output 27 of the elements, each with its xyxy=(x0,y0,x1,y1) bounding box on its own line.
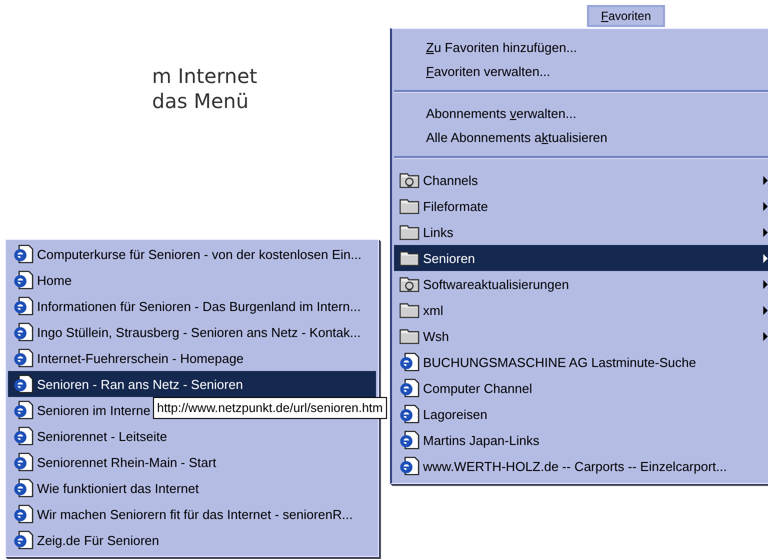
menu-item-label: Martins Japan-Links xyxy=(423,432,540,448)
menu-item-label: Links xyxy=(423,224,454,240)
menu-item-label: Channels xyxy=(423,172,478,188)
menu-item-label: Senioren - Ran ans Netz - Senioren xyxy=(37,376,243,392)
menu-item-label: Wie funktioniert das Internet xyxy=(37,480,199,496)
menu-item-label: BUCHUNGSMASCHINE AG Lastminute-Suche xyxy=(423,354,696,370)
menu-item-label: Seniorennet - Leitseite xyxy=(37,428,168,444)
menu-item-label: Informationen für Senioren - Das Burgenland im Intern... xyxy=(37,298,361,314)
menu-item-label: Seniorennet Rhein-Main - Start xyxy=(37,454,216,470)
menu-item-label: Fileformate xyxy=(423,198,488,214)
body-text: m Internet xyxy=(152,64,258,89)
menu-item-label: Senioren im Interne xyxy=(37,402,150,418)
menu-item-label: Lagoreisen xyxy=(423,406,488,422)
menu-item-label: Zeig.de Für Senioren xyxy=(37,532,160,548)
menu-item-label: Computerkurse für Senioren - von der kostenlosen Ein... xyxy=(37,246,362,262)
menu-item-label: xml xyxy=(423,302,444,318)
menu-item-label: Ingo Stüllein, Strausberg - Senioren ans Netz - Kontak... xyxy=(37,324,361,340)
menu-item-label: Senioren xyxy=(423,250,476,266)
menu-item-label: Wsh xyxy=(423,328,449,344)
url-tooltip: http://www.netzpunkt.de/url/senioren.htm xyxy=(153,397,387,419)
menu-item-label: Softwareaktualisierungen xyxy=(423,276,569,292)
menu-item-label: Internet-Fuehrerschein - Homepage xyxy=(37,350,244,366)
menu-item-label: Wir machen Seniorern fit für das Internet - seniorenR... xyxy=(37,506,353,522)
menu-item-label: www.WERTH-HOLZ.de -- Carports -- Einzelcarport... xyxy=(423,458,727,474)
body-text: das Menü xyxy=(152,89,250,114)
menu-item-label: Computer Channel xyxy=(423,380,532,396)
menu-item-label: Home xyxy=(37,272,72,288)
